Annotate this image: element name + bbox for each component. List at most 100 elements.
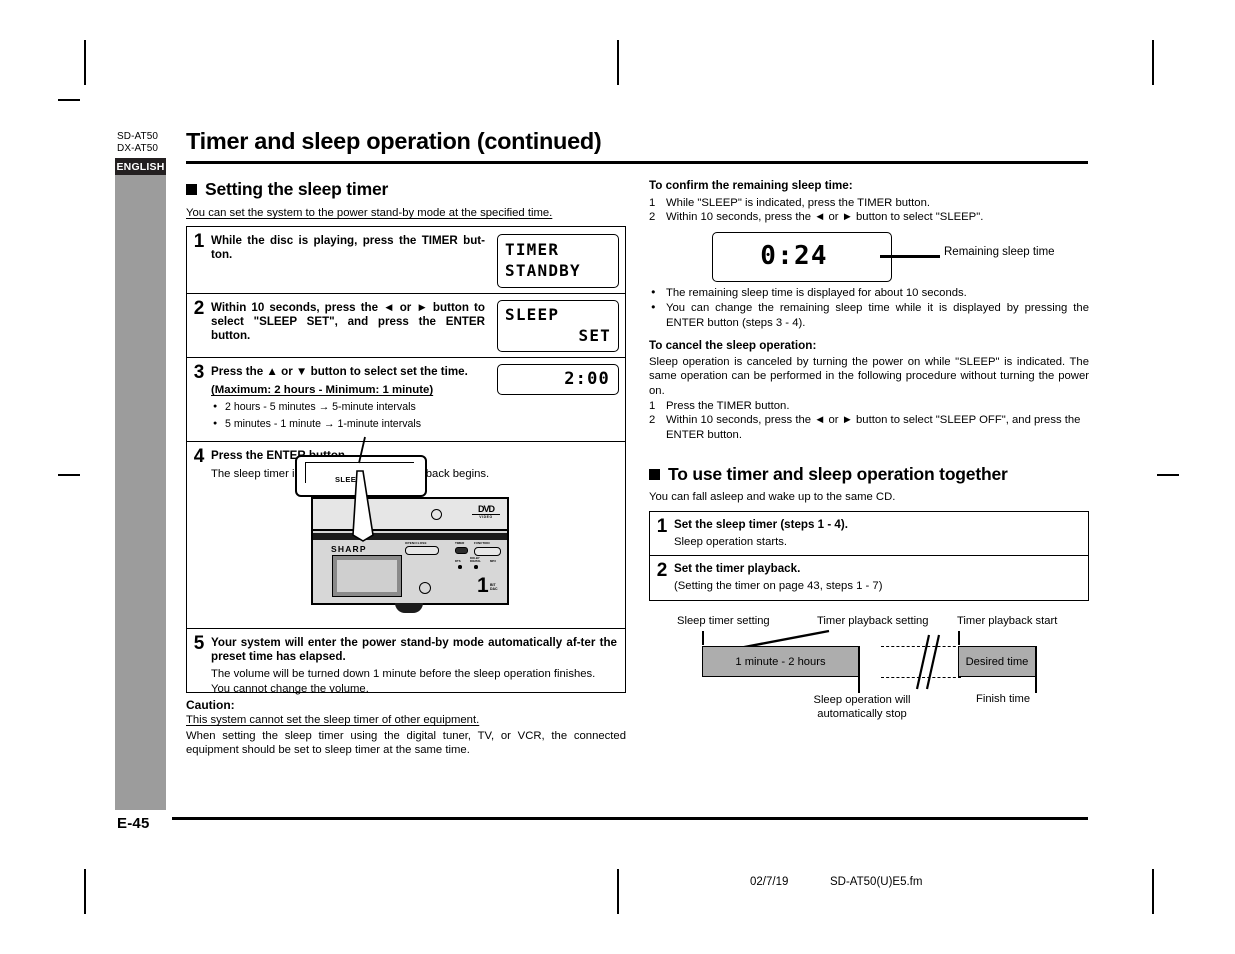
confirm-item-1-num: 1 bbox=[649, 197, 656, 209]
lcd-line-1a: TIMER bbox=[505, 240, 560, 259]
square-bullet-icon-2 bbox=[649, 469, 660, 480]
timeline-label-mid: Timer playback setting bbox=[817, 615, 929, 627]
square-bullet-icon bbox=[186, 184, 197, 195]
cancel-item-2: 2 Within 10 seconds, press the ◄ or ► bu… bbox=[649, 413, 1089, 442]
together-step-row-1: 1 Set the sleep timer (steps 1 - 4). Sle… bbox=[650, 512, 1088, 556]
lcd-line-2a: SLEEP bbox=[505, 305, 560, 324]
remaining-sleep-time-callout: Remaining sleep time bbox=[944, 246, 1055, 258]
device-button-timer[interactable]: TIMER bbox=[455, 541, 464, 545]
together-step-row-2: 2 Set the timer playback. (Setting the t… bbox=[650, 556, 1088, 600]
confirm-item-1: 1 While "SLEEP" is indicated, press the … bbox=[649, 196, 1089, 210]
together-step-title-2: Set the timer playback. bbox=[674, 562, 801, 575]
step-title-2: Within 10 seconds, press the ◄ or ► butt… bbox=[211, 301, 485, 343]
lcd-display-1: TIMER STANDBY bbox=[497, 234, 619, 288]
device-knob-icon bbox=[419, 582, 431, 594]
device-button-timer-shape[interactable] bbox=[455, 547, 468, 554]
confirm-bullet-2: You can change the remaining sleep time … bbox=[649, 300, 1089, 330]
step-title-1: While the disc is playing, press the TIM… bbox=[211, 234, 485, 262]
device-button-function-shape[interactable] bbox=[474, 547, 501, 556]
step-3-bullet-2: 5 minutes - 1 minute → 1-minute interval… bbox=[211, 416, 617, 432]
timeline-tick-left bbox=[702, 631, 704, 645]
callout-leader-line bbox=[358, 436, 366, 464]
timeline-bar-sleep: 1 minute - 2 hours bbox=[702, 646, 859, 677]
crop-mark-left-h-mid bbox=[58, 474, 80, 476]
device-button-function[interactable]: FUNCTION bbox=[474, 541, 490, 545]
device-numeral-1-sub: BIT DAC bbox=[490, 583, 498, 591]
device-indicator-dts: DTS bbox=[455, 559, 461, 563]
language-tab: ENGLISH bbox=[115, 158, 166, 175]
timeline-bar-desired: Desired time bbox=[958, 646, 1036, 677]
timeline-note-bottom-left-l1: Sleep operation will bbox=[813, 694, 911, 706]
together-section-lead: You can fall asleep and wake up to the s… bbox=[649, 491, 896, 503]
timeline-diagram: Sleep timer setting Timer playback setti… bbox=[649, 615, 1089, 720]
lcd-display-3: 2:00 bbox=[497, 364, 619, 395]
dvd-logo-subtext: VIDEO bbox=[479, 515, 493, 519]
step-title-5: Your system will enter the power stand-b… bbox=[211, 636, 617, 664]
callout-pointer bbox=[352, 470, 374, 542]
together-step-number-1: 1 bbox=[656, 516, 668, 537]
step-row-5: 5 Your system will enter the power stand… bbox=[187, 629, 625, 695]
device-bezel-band bbox=[313, 533, 507, 540]
left-section-heading: Setting the sleep timer bbox=[186, 179, 388, 200]
footer-rule bbox=[172, 817, 1088, 820]
timeline-note-bottom-left-l2: automatically stop bbox=[817, 708, 907, 720]
timeline-label-left: Sleep timer setting bbox=[677, 615, 770, 627]
step-row-4: 4 Press the ENTER button. The sleep time… bbox=[187, 436, 625, 629]
timeline-tick-finish bbox=[1035, 646, 1037, 693]
device-foot bbox=[395, 603, 423, 613]
together-section-heading: To use timer and sleep operation togethe… bbox=[649, 464, 1008, 485]
device-button-open-close-shape[interactable] bbox=[405, 546, 439, 555]
model-codes: SD-AT50 DX-AT50 bbox=[117, 131, 158, 154]
side-bar-strip bbox=[115, 175, 166, 810]
crop-mark-top-left-v bbox=[84, 40, 86, 85]
title-rule bbox=[186, 161, 1088, 164]
timeline-tick-sleep-end bbox=[858, 646, 860, 693]
timeline-tick-right bbox=[958, 631, 960, 645]
cancel-item-1-num: 1 bbox=[649, 400, 656, 412]
step-number-1: 1 bbox=[193, 231, 205, 252]
dvd-logo-text: DVD bbox=[472, 505, 500, 515]
lcd-display-remaining: 0:24 bbox=[712, 232, 892, 282]
cancel-item-1-text: Press the TIMER button. bbox=[666, 400, 790, 412]
lcd-display-2: SLEEP SET bbox=[497, 300, 619, 352]
left-section-lead: You can set the system to the power stan… bbox=[186, 207, 553, 219]
step-3-range-note: (Maximum: 2 hours - Minimum: 1 minute) bbox=[211, 384, 434, 397]
lcd-line-1b: STANDBY bbox=[505, 261, 581, 280]
together-step-sub-2: (Setting the timer on page 43, steps 1 -… bbox=[674, 580, 883, 593]
step-number-4: 4 bbox=[193, 446, 205, 467]
confirm-item-2-num: 2 bbox=[649, 211, 656, 224]
footer-date: 02/7/19 bbox=[750, 876, 789, 888]
together-step-title-1: Set the sleep timer (steps 1 - 4). bbox=[674, 518, 848, 531]
timeline-note-bottom-left: Sleep operation will automatically stop bbox=[782, 693, 942, 721]
dvd-logo-icon: DVD VIDEO bbox=[472, 505, 500, 520]
caution-body: When setting the sleep timer using the d… bbox=[186, 730, 626, 757]
device-indicator-dolby-dot bbox=[474, 565, 478, 569]
device-illustration: DVD VIDEO SHARP OPEN/CLOSE TIMER FUNCTIO… bbox=[295, 436, 514, 619]
step-5-sub-2: You cannot change the volume. bbox=[211, 683, 369, 695]
step-5-sub-1: The volume will be turned down 1 minute … bbox=[211, 668, 596, 681]
step-number-5: 5 bbox=[193, 633, 205, 654]
timeline-label-right: Timer playback start bbox=[957, 615, 1058, 627]
crop-mark-top-right-v bbox=[1152, 40, 1154, 85]
caution-heading: Caution: bbox=[186, 698, 235, 712]
step-row-1: 1 While the disc is playing, press the T… bbox=[187, 227, 625, 294]
cancel-step-list: 1 Press the TIMER button. 2 Within 10 se… bbox=[649, 399, 1089, 442]
lcd-line-2b: SET bbox=[578, 326, 611, 345]
step-row-3: 3 Press the ▲ or ▼ button to select set … bbox=[187, 358, 625, 442]
cancel-body: Sleep operation is canceled by turning t… bbox=[649, 356, 1089, 397]
lcd-value-3: 2:00 bbox=[564, 369, 610, 389]
model-code-2: DX-AT50 bbox=[117, 142, 159, 154]
step-number-3: 3 bbox=[193, 362, 205, 383]
remaining-leader-line bbox=[880, 255, 940, 258]
crop-mark-right-h-mid bbox=[1157, 474, 1179, 476]
step-3-bullet-1: 2 hours - 5 minutes → 5-minute intervals bbox=[211, 399, 617, 415]
step-title-3: Press the ▲ or ▼ button to select set th… bbox=[211, 365, 468, 378]
together-steps-table: 1 Set the sleep timer (steps 1 - 4). Sle… bbox=[649, 511, 1089, 601]
timeline-note-finish: Finish time bbox=[976, 693, 1031, 705]
cancel-item-2-num: 2 bbox=[649, 414, 656, 427]
device-button-open-close[interactable]: OPEN/CLOSE bbox=[405, 541, 427, 545]
crop-mark-bottom-left-v bbox=[84, 869, 86, 914]
page-number: E-45 bbox=[117, 815, 150, 832]
caution-block: Caution: This system cannot set the slee… bbox=[186, 698, 626, 758]
crop-mark-bottom-mid-v bbox=[617, 869, 619, 914]
